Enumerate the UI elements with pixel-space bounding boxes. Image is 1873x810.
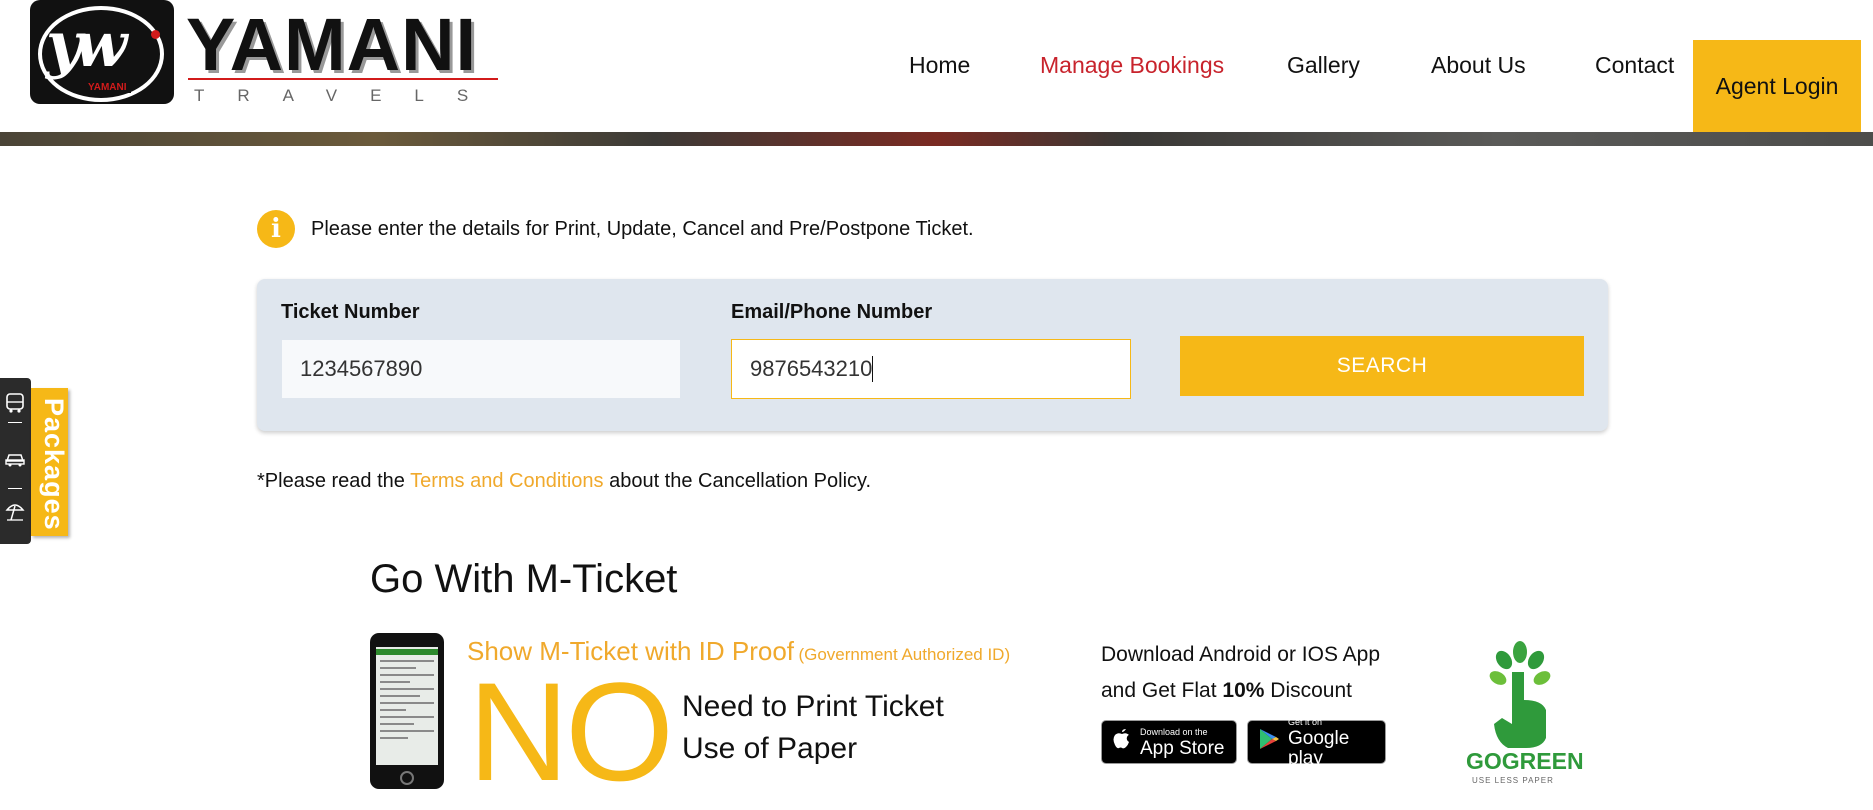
app-store-badge[interactable]: Download on the App Store [1101, 720, 1237, 764]
gogreen-subtitle: USE LESS PAPER [1472, 776, 1554, 785]
nav-about-us[interactable]: About Us [1431, 52, 1526, 79]
terms-and-conditions-link[interactable]: Terms and Conditions [410, 470, 603, 492]
info-text: Please enter the details for Print, Upda… [311, 217, 974, 240]
phone-screen [376, 647, 438, 765]
plant-hand-icon [1489, 641, 1551, 748]
download-line-2: and Get Flat 10% Discount [1101, 673, 1380, 709]
banner-image-strip [0, 132, 1873, 146]
app-store-small-text: Download on the [1140, 726, 1208, 737]
download-line-1: Download Android or IOS App [1101, 643, 1381, 666]
download-suffix: Discount [1264, 679, 1352, 702]
use-of-paper: Use of Paper [682, 732, 858, 765]
nav-contact[interactable]: Contact [1595, 52, 1674, 79]
show-mticket-sub: (Government Authorized ID) [798, 645, 1011, 664]
site-header: yw YAMANI YAMANI TRAVELS Home Manage Boo… [0, 0, 1873, 132]
terms-suffix: about the Cancellation Policy. [603, 470, 872, 492]
terms-prefix: *Please read the [257, 470, 411, 492]
google-play-badge[interactable]: Get it on Google play [1247, 717, 1386, 768]
ticket-number-input[interactable]: 1234567890 [281, 339, 681, 399]
logo-underline [188, 78, 498, 80]
logo-monogram: yw [46, 8, 127, 81]
logo-dot [151, 30, 160, 39]
nav-gallery[interactable]: Gallery [1287, 52, 1360, 79]
google-play-big-text: Google play [1288, 727, 1350, 769]
google-play-small-text: Get it on [1288, 716, 1323, 727]
gogreen-green: GREEN [1501, 748, 1584, 774]
car-icon[interactable] [4, 448, 26, 470]
text-cursor [872, 356, 874, 382]
apple-icon [1112, 727, 1132, 758]
info-icon: i [257, 210, 295, 248]
gogreen-go: GO [1466, 748, 1502, 774]
logo-name: YAMANI [186, 3, 478, 86]
packages-divider [8, 422, 22, 423]
gogreen-text: GOGREEN [1466, 748, 1584, 775]
google-play-icon [1258, 727, 1280, 758]
phone-home-button [400, 771, 414, 785]
discount-value: 10% [1222, 679, 1265, 702]
packages-icon-bar [0, 378, 31, 544]
app-download-text: Download Android or IOS App and Get Flat… [1101, 637, 1380, 709]
mobile-phone-image [370, 633, 444, 789]
nav-manage-bookings[interactable]: Manage Bookings [1040, 52, 1224, 79]
email-phone-input[interactable]: 9876543210 [731, 339, 1131, 399]
bus-icon[interactable] [4, 392, 26, 414]
packages-label: Packages [39, 398, 69, 531]
gogreen-badge: GOGREEN USE LESS PAPER [1462, 638, 1584, 788]
big-no-text: NO [468, 653, 674, 810]
download-prefix: and Get Flat [1101, 679, 1223, 702]
terms-notice: *Please read the Terms and Conditions ab… [257, 470, 871, 493]
logo-mini-label: YAMANI [84, 82, 131, 93]
logo-emblem: yw YAMANI [30, 0, 174, 104]
app-store-big-text: App Store [1140, 737, 1225, 759]
beach-umbrella-icon[interactable] [4, 500, 26, 522]
need-print-ticket: Need to Print Ticket [682, 690, 944, 723]
manage-booking-form: Ticket Number 1234567890 Email/Phone Num… [257, 279, 1608, 431]
info-message: i Please enter the details for Print, Up… [257, 210, 974, 248]
ticket-number-label: Ticket Number [281, 301, 420, 323]
packages-divider [8, 488, 22, 489]
nav-home[interactable]: Home [909, 52, 970, 79]
agent-login-button[interactable]: Agent Login [1693, 40, 1861, 132]
email-phone-value: 9876543210 [750, 356, 873, 381]
logo-tagline: TRAVELS [194, 86, 502, 105]
mticket-title: Go With M-Ticket [370, 557, 678, 601]
email-phone-label: Email/Phone Number [731, 301, 933, 323]
search-button[interactable]: SEARCH [1180, 336, 1584, 396]
